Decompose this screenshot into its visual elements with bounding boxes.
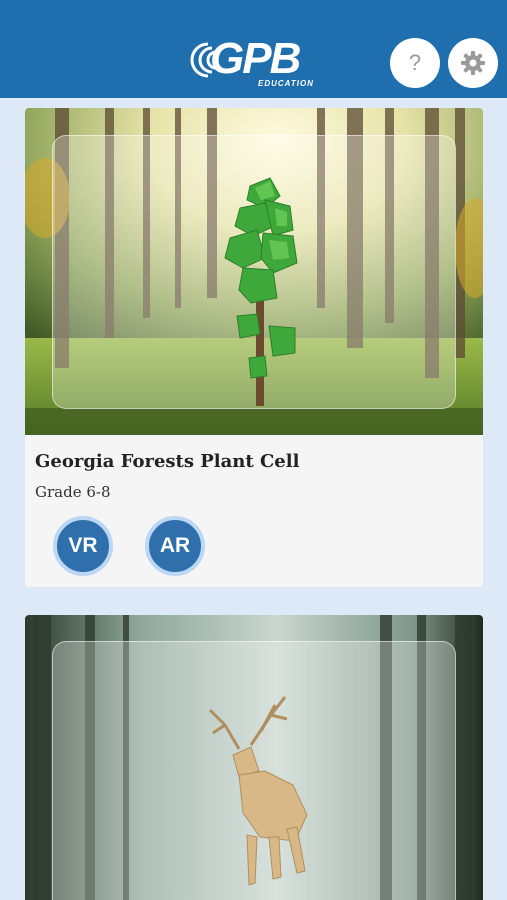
logo-text: GPB (210, 34, 301, 83)
settings-button[interactable] (448, 38, 498, 88)
activity-card[interactable] (25, 615, 483, 900)
vr-button[interactable]: VR (53, 516, 113, 576)
deer-model-icon (208, 696, 308, 886)
card-title: Georgia Forests Plant Cell (35, 451, 300, 472)
app-header: GPB EDUCATION ? (0, 0, 507, 98)
gpb-education-logo: GPB EDUCATION (186, 36, 326, 90)
tree-model-icon (224, 177, 298, 406)
logo-subtext: EDUCATION (258, 79, 314, 88)
activity-card[interactable]: Georgia Forests Plant Cell Grade 6-8 VR … (25, 108, 483, 587)
card-grade-level: Grade 6-8 (35, 483, 111, 501)
question-mark-icon: ? (408, 50, 422, 75)
ar-button[interactable]: AR (145, 516, 205, 576)
gear-icon (461, 51, 485, 75)
help-button[interactable]: ? (390, 38, 440, 88)
